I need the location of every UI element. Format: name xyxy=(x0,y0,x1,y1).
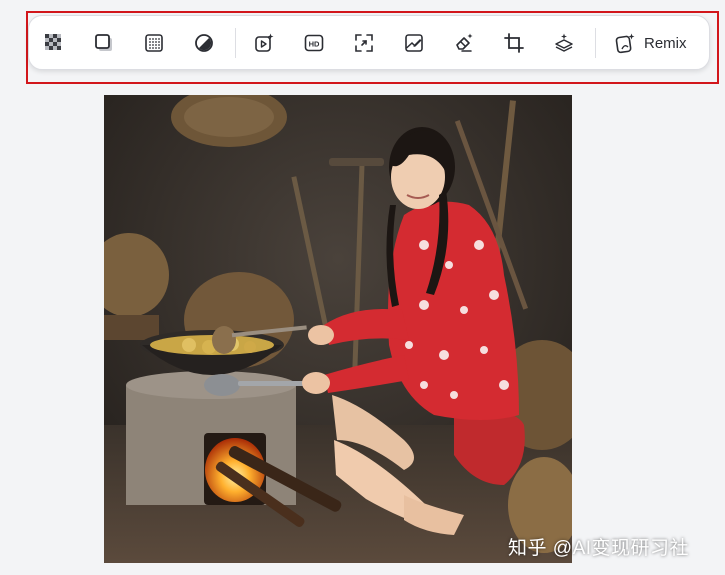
add-shadow-button[interactable] xyxy=(91,30,117,56)
erase-button[interactable] xyxy=(451,30,477,56)
remix-sparkle-icon xyxy=(615,33,635,54)
upscale-hd-button[interactable]: HD xyxy=(301,30,327,56)
image-edit-icon xyxy=(405,34,423,52)
svg-text:HD: HD xyxy=(309,40,320,49)
edit-image-button[interactable] xyxy=(401,30,427,56)
pattern-background-button[interactable] xyxy=(141,30,167,56)
watermark-text: 知乎 @AI变现研习社 xyxy=(508,538,690,559)
checkerboard-icon xyxy=(45,34,61,50)
adjust-button[interactable] xyxy=(191,30,217,56)
hd-icon: HD xyxy=(304,34,324,52)
eraser-sparkle-icon xyxy=(456,33,473,52)
layers-button[interactable] xyxy=(551,30,577,56)
toolbar-divider xyxy=(235,28,236,58)
play-sparkle-icon xyxy=(255,33,274,52)
contrast-circle-icon xyxy=(195,34,213,52)
toolbar-divider xyxy=(595,28,596,58)
layers-sparkle-icon xyxy=(555,33,573,52)
image-to-video-button[interactable] xyxy=(251,30,277,56)
crop-button[interactable] xyxy=(501,30,527,56)
grid-square-icon xyxy=(145,34,163,52)
generated-image[interactable] xyxy=(104,95,572,563)
expand-corners-icon xyxy=(355,34,373,52)
remix-label: Remix xyxy=(644,34,687,52)
image-toolbar: HD Remix xyxy=(28,15,710,70)
remix-button[interactable]: Remix xyxy=(614,29,694,57)
crop-icon xyxy=(504,33,524,53)
image-illustration xyxy=(104,95,572,563)
shadow-square-icon xyxy=(95,34,112,51)
transparent-background-button[interactable] xyxy=(41,30,67,56)
expand-button[interactable] xyxy=(351,30,377,56)
